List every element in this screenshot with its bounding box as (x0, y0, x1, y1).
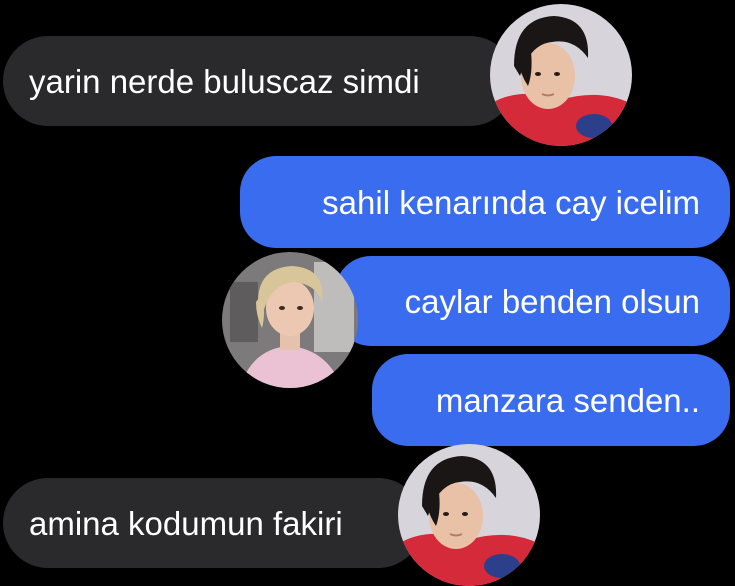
message-text: amina kodumun fakiri (29, 504, 343, 542)
message-text: sahil kenarında cay icelim (322, 183, 700, 221)
message-bubble-outgoing: sahil kenarında cay icelim (240, 156, 730, 248)
contact-avatar[interactable] (398, 444, 540, 586)
message-text: yarin nerde buluscaz simdi (29, 62, 420, 100)
message-bubble-outgoing: caylar benden olsun (335, 256, 730, 346)
message-bubble-incoming: yarin nerde buluscaz simdi (3, 36, 515, 126)
message-text: manzara senden.. (435, 381, 700, 419)
contact-avatar[interactable] (490, 4, 632, 146)
contact-avatar[interactable] (222, 252, 358, 388)
message-bubble-outgoing: manzara senden.. (372, 354, 730, 446)
message-bubble-incoming: amina kodumun fakiri (3, 478, 423, 568)
message-text: caylar benden olsun (404, 282, 700, 320)
